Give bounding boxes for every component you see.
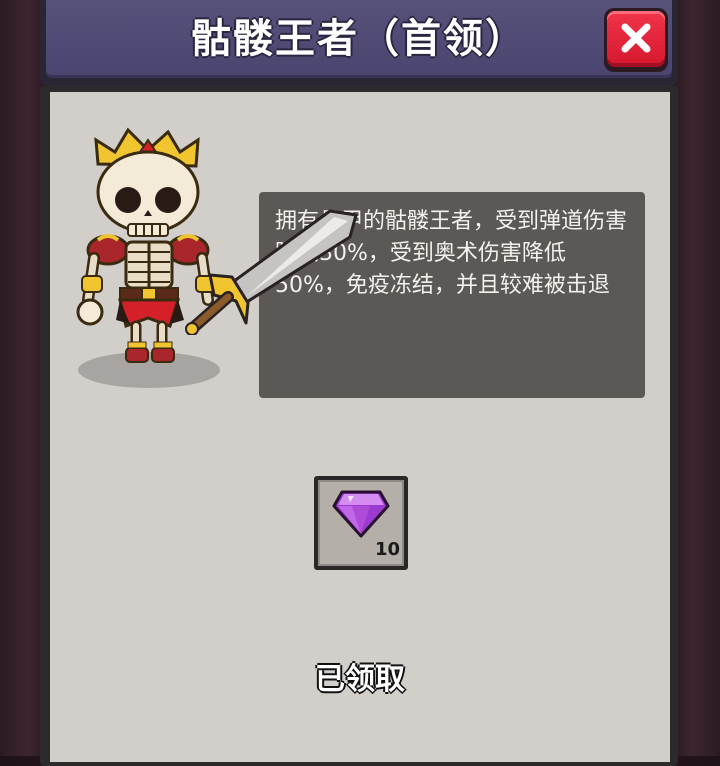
claimed-status: 已领取 bbox=[315, 662, 405, 697]
reward-slot-inner: 10 bbox=[318, 480, 404, 566]
close-x-icon bbox=[621, 23, 651, 53]
reward-count: 10 bbox=[374, 539, 400, 560]
dialog-title: 骷髅王者（首领） bbox=[191, 16, 527, 62]
background-right bbox=[674, 0, 720, 756]
sword-icon bbox=[185, 209, 358, 335]
purple-gem-icon bbox=[332, 490, 390, 538]
close-button[interactable] bbox=[604, 8, 668, 72]
reward-slot: 10 bbox=[314, 476, 408, 570]
close-button-face[interactable] bbox=[607, 11, 665, 67]
